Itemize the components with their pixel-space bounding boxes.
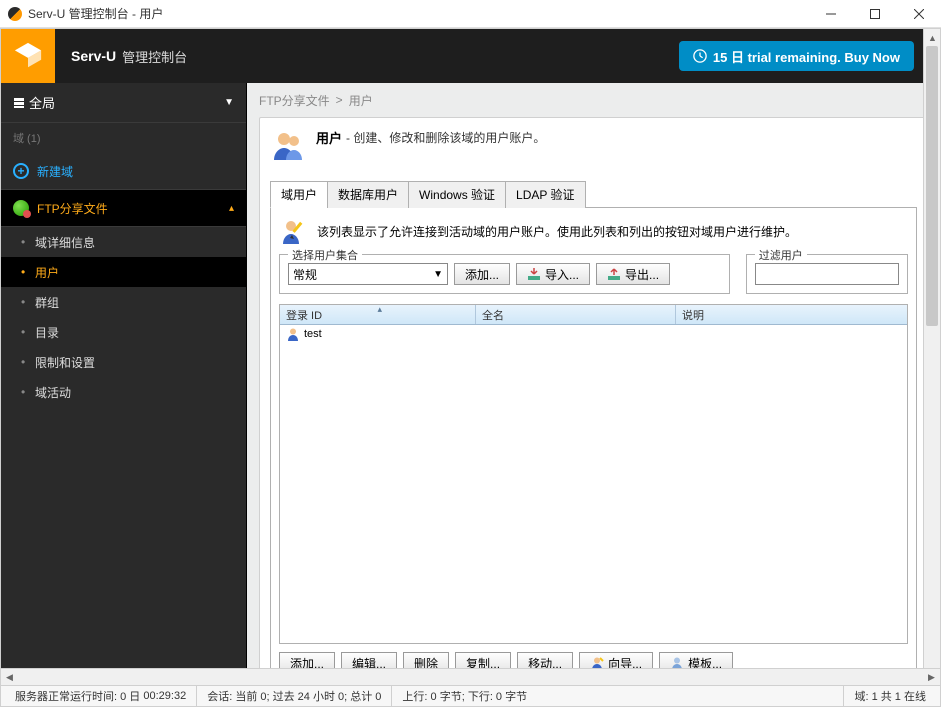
import-icon: [527, 267, 541, 281]
sidebar-domains-count: 域 (1): [1, 123, 246, 153]
caret-down-icon: ▼: [433, 269, 443, 280]
app-header: Serv-U 管理控制台 15 日 trial remaining. Buy N…: [1, 29, 940, 83]
tab-db-users[interactable]: 数据库用户: [327, 181, 409, 208]
server-icon: [13, 97, 25, 109]
breadcrumb: FTP分享文件 > 用户: [247, 83, 940, 117]
sidebar-subnav: 域详细信息 用户 群组 目录 限制和设置 域活动: [1, 227, 246, 407]
tab-body: 该列表显示了允许连接到活动域的用户账户。使用此列表和列出的按钮对域用户进行维护。…: [270, 208, 917, 683]
page-title: 用户: [316, 128, 342, 147]
filter-input[interactable]: [755, 263, 899, 285]
new-domain-label: 新建域: [37, 163, 73, 180]
brand-logo: [1, 29, 55, 83]
sidebar-global-label: 全局: [29, 93, 55, 112]
col-desc[interactable]: 说明: [676, 305, 907, 324]
subnav-item-2[interactable]: 群组: [1, 287, 246, 317]
cell-login-id: test: [304, 328, 322, 340]
window-minimize-button[interactable]: [809, 0, 853, 28]
sidebar: 全局 ▼ 域 (1) + 新建域 FTP分享文件 ▴ 域详细信息 用户: [1, 83, 247, 706]
tab-desc-row: 该列表显示了允许连接到活动域的用户账户。使用此列表和列出的按钮对域用户进行维护。: [279, 216, 908, 246]
tab-domain-users[interactable]: 域用户: [270, 181, 328, 208]
app-scrollarea: Serv-U 管理控制台 15 日 trial remaining. Buy N…: [1, 29, 940, 706]
filter-user-legend: 过滤用户: [755, 247, 807, 263]
col-fullname[interactable]: 全名: [476, 305, 676, 324]
status-traffic: 上行: 0 字节; 下行: 0 字节: [392, 686, 844, 706]
select-user-set-legend: 选择用户集合: [288, 247, 362, 263]
export-icon: [607, 267, 621, 281]
sidebar-ftpshare-label: FTP分享文件: [37, 200, 108, 217]
user-icon: [286, 327, 300, 341]
page-desc: - 创建、修改和删除该域的用户账户。: [346, 129, 545, 146]
scroll-right-icon[interactable]: ▶: [923, 669, 940, 686]
page-head: 用户 - 创建、修改和删除该域的用户账户。: [270, 128, 917, 164]
content: FTP分享文件 > 用户 用户 - 创建、修改和删除该域的用户账户。: [247, 83, 940, 706]
sidebar-ftpshare[interactable]: FTP分享文件 ▴: [1, 189, 246, 227]
chevron-down-icon: ▼: [224, 97, 234, 108]
status-domains: 域: 1 共 1 在线: [844, 686, 936, 706]
statusbar: 服务器正常运行时间: 0 日 00:29:32 会话: 当前 0; 过去 24 …: [1, 685, 940, 706]
tabs: 域用户 数据库用户 Windows 验证 LDAP 验证: [270, 180, 917, 208]
tab-windows-auth[interactable]: Windows 验证: [408, 181, 506, 208]
user-set-combobox[interactable]: 常规 ▼: [288, 263, 448, 285]
panel: 用户 - 创建、修改和删除该域的用户账户。 域用户 数据库用户 Windows …: [259, 117, 928, 694]
import-button[interactable]: 导入...: [516, 263, 590, 285]
users-icon: [270, 128, 306, 164]
filter-user-fieldset: 过滤用户: [746, 254, 908, 294]
tab-desc: 该列表显示了允许连接到活动域的用户账户。使用此列表和列出的按钮对域用户进行维护。: [317, 223, 797, 240]
brand-name: Serv-U: [71, 48, 116, 64]
export-button[interactable]: 导出...: [596, 263, 670, 285]
breadcrumb-root[interactable]: FTP分享文件: [259, 92, 330, 109]
status-sessions: 会话: 当前 0; 过去 24 小时 0; 总计 0: [197, 686, 392, 706]
brand-title: Serv-U 管理控制台: [55, 29, 187, 83]
select-user-set-fieldset: 选择用户集合 常规 ▼ 添加... 导入...: [279, 254, 730, 294]
status-uptime: 服务器正常运行时间: 0 日 00:29:32: [5, 686, 197, 706]
app-icon: [8, 7, 22, 21]
table-row[interactable]: test: [280, 325, 907, 343]
scroll-thumb-v[interactable]: [926, 46, 938, 326]
subnav-item-4[interactable]: 限制和设置: [1, 347, 246, 377]
app-frame: Serv-U 管理控制台 15 日 trial remaining. Buy N…: [0, 28, 941, 707]
trial-text: 15 日 trial remaining. Buy Now: [713, 47, 900, 66]
vertical-scrollbar[interactable]: ▲ ▼: [923, 29, 940, 689]
scroll-up-icon[interactable]: ▲: [924, 29, 940, 46]
sidebar-global[interactable]: 全局 ▼: [1, 83, 246, 123]
scroll-track-h[interactable]: [18, 669, 923, 685]
fieldset-row: 选择用户集合 常规 ▼ 添加... 导入...: [279, 254, 908, 294]
chevron-up-icon: ▴: [229, 203, 234, 214]
window-titlebar: Serv-U 管理控制台 - 用户: [0, 0, 941, 28]
horizontal-scrollbar[interactable]: ◀ ▶: [1, 668, 940, 685]
breadcrumb-sep: >: [336, 93, 343, 107]
plus-circle-icon: +: [13, 163, 29, 179]
subnav-item-3[interactable]: 目录: [1, 317, 246, 347]
subnav-item-1[interactable]: 用户: [1, 257, 246, 287]
window-close-button[interactable]: [897, 0, 941, 28]
table-header: 登录 ID 全名 说明: [280, 305, 907, 325]
new-domain-button[interactable]: + 新建域: [1, 153, 246, 189]
tab-ldap-auth[interactable]: LDAP 验证: [505, 181, 585, 208]
globe-icon: [13, 200, 29, 216]
brand-sub: 管理控制台: [122, 47, 187, 66]
trial-buy-now-button[interactable]: 15 日 trial remaining. Buy Now: [679, 41, 914, 71]
col-login-id[interactable]: 登录 ID: [280, 305, 476, 324]
breadcrumb-current: 用户: [349, 92, 373, 109]
window-title: Serv-U 管理控制台 - 用户: [28, 5, 809, 22]
main-row: 全局 ▼ 域 (1) + 新建域 FTP分享文件 ▴ 域详细信息 用户: [1, 83, 940, 706]
table-body[interactable]: test: [280, 325, 907, 643]
window-maximize-button[interactable]: [853, 0, 897, 28]
add-set-button[interactable]: 添加...: [454, 263, 510, 285]
user-set-combo-value: 常规: [293, 266, 317, 283]
subnav-item-0[interactable]: 域详细信息: [1, 227, 246, 257]
user-edit-icon: [279, 216, 309, 246]
scroll-left-icon[interactable]: ◀: [1, 669, 18, 686]
subnav-item-5[interactable]: 域活动: [1, 377, 246, 407]
users-table: 登录 ID 全名 说明 test: [279, 304, 908, 644]
